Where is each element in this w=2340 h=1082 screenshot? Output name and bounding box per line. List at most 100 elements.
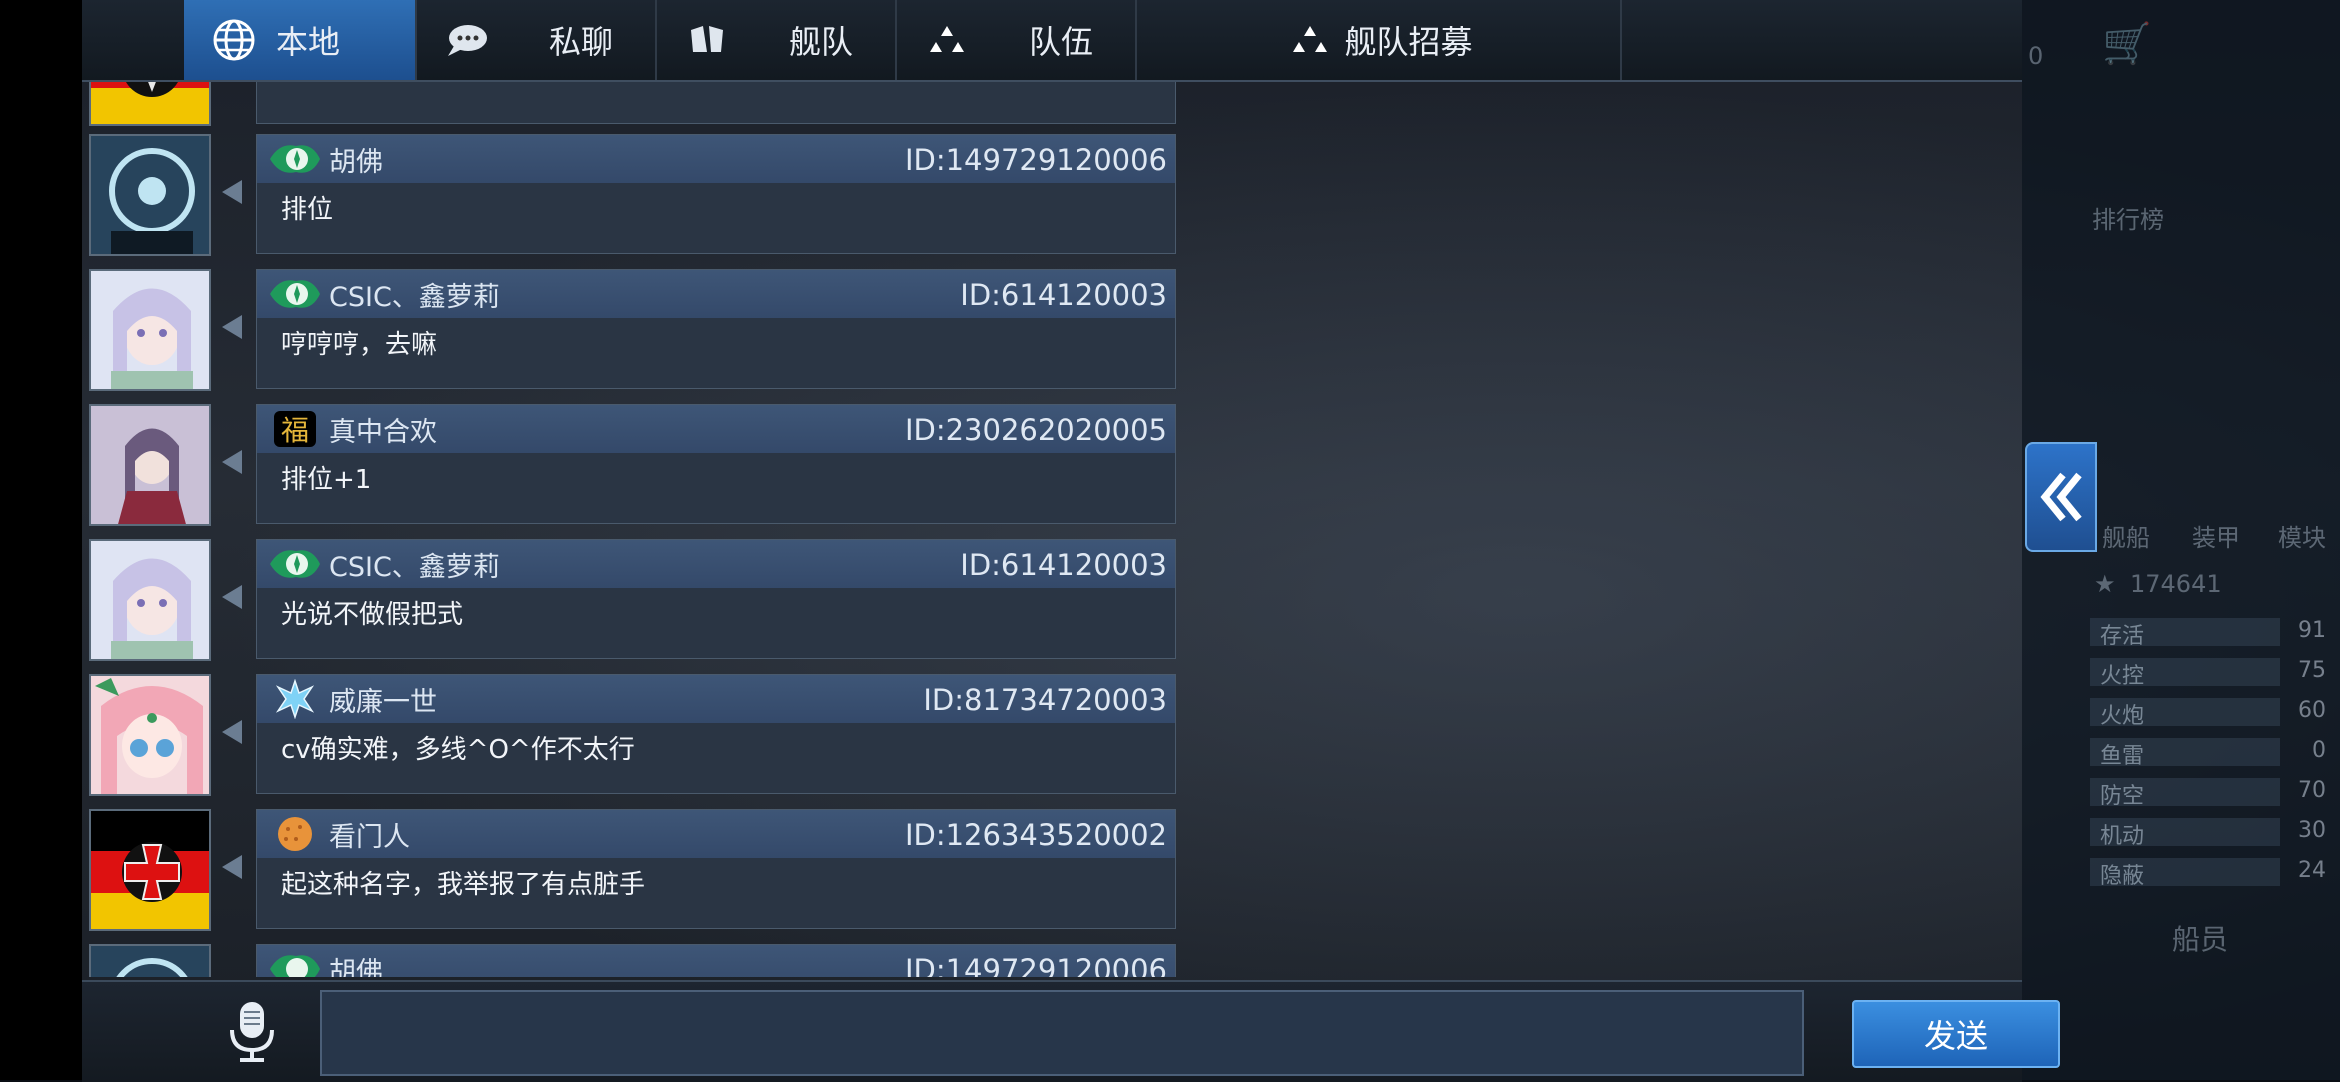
stat-row: 存活 91 [2090, 616, 2330, 649]
message-bubble: 胡佛 ID:149729120006 [256, 944, 1176, 977]
chat-screen: 🛒 0 排行榜 舰船 装甲 模块 ★ 174641 船员 存活 91 火控 75 火… [0, 0, 2340, 1082]
message-row: 威廉一世 ID:81734720003 cv确实难，多线^O^作不太行 [82, 674, 1177, 799]
send-button[interactable]: 发送 [1852, 1000, 2060, 1068]
tab-fleet-recruit-label: 舰队招募 [1344, 23, 1473, 61]
bubble-pointer [222, 315, 242, 339]
sender-name[interactable]: 胡佛 [329, 140, 383, 179]
tab-team[interactable]: 队伍 [897, 0, 1137, 80]
stat-row: 火控 75 [2090, 656, 2330, 689]
sender-id: ID:230262020005 [904, 413, 1167, 447]
chat-input[interactable] [320, 990, 1804, 1076]
message-row: 胡佛 ID:149729120006 [82, 944, 1177, 977]
sender-id: ID:81734720003 [923, 683, 1167, 717]
avatar[interactable] [89, 82, 211, 126]
rank-label: 排行榜 [2092, 206, 2164, 234]
stat-row: 防空 70 [2090, 776, 2330, 809]
bubble-pointer [222, 450, 242, 474]
message-row: 胡佛 ID:149729120006 排位 [82, 134, 1177, 259]
fu-badge-icon: 福 [265, 409, 325, 449]
message-bubble: 福 真中合欢 ID:230262020005 排位+1 [256, 404, 1176, 524]
avatar[interactable] [89, 539, 211, 661]
bubble-pointer [222, 585, 242, 609]
sender-id: ID:149729120006 [904, 953, 1167, 977]
message-text: cv确实难，多线^O^作不太行 [281, 735, 635, 765]
double-chevron-left-icon [2040, 472, 2082, 522]
tab-module: 模块 [2278, 524, 2326, 552]
avatar[interactable] [89, 269, 211, 391]
message-row: 福 真中合欢 ID:230262020005 排位+1 [82, 404, 1177, 529]
star-icon: ★ [2094, 570, 2116, 598]
microphone-icon [230, 1002, 274, 1062]
tab-fleet-label: 舰队 [789, 23, 854, 61]
bubble-pointer [222, 855, 242, 879]
message-bubble: 看门人 ID:126343520002 起这种名字，我举报了有点脏手 [256, 809, 1176, 929]
microphone-button[interactable] [222, 1000, 282, 1064]
message-text: 排位 [281, 195, 334, 225]
bubble-pointer [222, 720, 242, 744]
tab-local-label: 本地 [276, 23, 341, 61]
collapse-chat-button[interactable] [2025, 442, 2097, 552]
sender-name[interactable]: 威廉一世 [329, 680, 437, 719]
tab-armor: 装甲 [2192, 524, 2240, 552]
tab-fleet[interactable]: 舰队 [657, 0, 897, 80]
stat-row: 火炮 60 [2090, 696, 2330, 729]
sender-id: ID:614120003 [960, 278, 1167, 312]
sender-id: ID:614120003 [960, 548, 1167, 582]
sender-name[interactable]: 看门人 [329, 815, 410, 854]
avatar[interactable] [89, 809, 211, 931]
message-row: CSIC、鑫萝莉 ID:614120003 哼哼哼，去嘛 [82, 269, 1177, 394]
fleet-icon [681, 14, 733, 66]
svg-text:福: 福 [281, 414, 309, 447]
top-counter: 0 [2028, 42, 2044, 70]
message-row: CSIC、鑫萝莉 ID:614120003 光说不做假把式 [82, 539, 1177, 664]
message-text: 光说不做假把式 [281, 600, 464, 630]
recruit-icon [1284, 14, 1336, 66]
globe-icon [208, 14, 260, 66]
tab-private[interactable]: 私聊 [417, 0, 657, 80]
message-text: 起这种名字，我举报了有点脏手 [281, 870, 646, 900]
crew-label: 船员 [2172, 923, 2229, 956]
compass-badge-icon [265, 139, 325, 179]
sender-name[interactable]: 胡佛 [329, 950, 383, 978]
tab-ship: 舰船 [2102, 524, 2150, 552]
message-bubble: 威廉一世 ID:81734720003 cv确实难，多线^O^作不太行 [256, 674, 1176, 794]
message-text: 哼哼哼，去嘛 [281, 330, 438, 360]
sender-name[interactable]: CSIC、鑫萝莉 [329, 545, 500, 584]
snowflake-badge-icon [265, 679, 325, 719]
speech-bubble-icon [441, 14, 493, 66]
chat-message-list[interactable]: 胡佛 ID:149729120006 排位 CSIC、鑫萝莉 ID:614120… [82, 82, 1177, 977]
compass-badge-icon [265, 274, 325, 314]
sender-id: ID:126343520002 [904, 818, 1167, 852]
avatar[interactable] [89, 404, 211, 526]
avatar[interactable] [89, 944, 211, 977]
sender-id: ID:149729120006 [904, 143, 1167, 177]
tab-fleet-recruit[interactable]: 舰队招募 [1137, 0, 1622, 80]
chat-input-bar: 发送 [82, 980, 2060, 1082]
cookie-badge-icon [265, 814, 325, 854]
stat-row: 隐蔽 24 [2090, 856, 2330, 889]
compass-badge-icon [265, 949, 325, 977]
sender-name[interactable]: 真中合欢 [329, 410, 437, 449]
chat-tab-bar: 本地 私聊 舰队 队伍 舰队招募 [82, 0, 2022, 82]
compass-badge-icon [265, 544, 325, 584]
tab-private-label: 私聊 [549, 23, 614, 61]
message-bubble [256, 82, 1176, 124]
bubble-pointer [222, 180, 242, 204]
message-row: 看门人 ID:126343520002 起这种名字，我举报了有点脏手 [82, 809, 1177, 934]
message-bubble: CSIC、鑫萝莉 ID:614120003 光说不做假把式 [256, 539, 1176, 659]
stat-row: 鱼雷 0 [2090, 736, 2330, 769]
tab-team-label: 队伍 [1029, 23, 1094, 61]
tab-local[interactable]: 本地 [184, 0, 417, 80]
team-icon [921, 14, 973, 66]
send-button-label: 发送 [1923, 1017, 1988, 1055]
avatar[interactable] [89, 134, 211, 256]
message-text: 排位+1 [281, 465, 372, 495]
sender-name[interactable]: CSIC、鑫萝莉 [329, 275, 500, 314]
avatar[interactable] [89, 674, 211, 796]
message-bubble: CSIC、鑫萝莉 ID:614120003 哼哼哼，去嘛 [256, 269, 1176, 389]
score-value: 174641 [2130, 570, 2222, 598]
stat-row: 机动 30 [2090, 816, 2330, 849]
message-row [82, 82, 1177, 129]
message-bubble: 胡佛 ID:149729120006 排位 [256, 134, 1176, 254]
left-letterbox [0, 0, 82, 1080]
